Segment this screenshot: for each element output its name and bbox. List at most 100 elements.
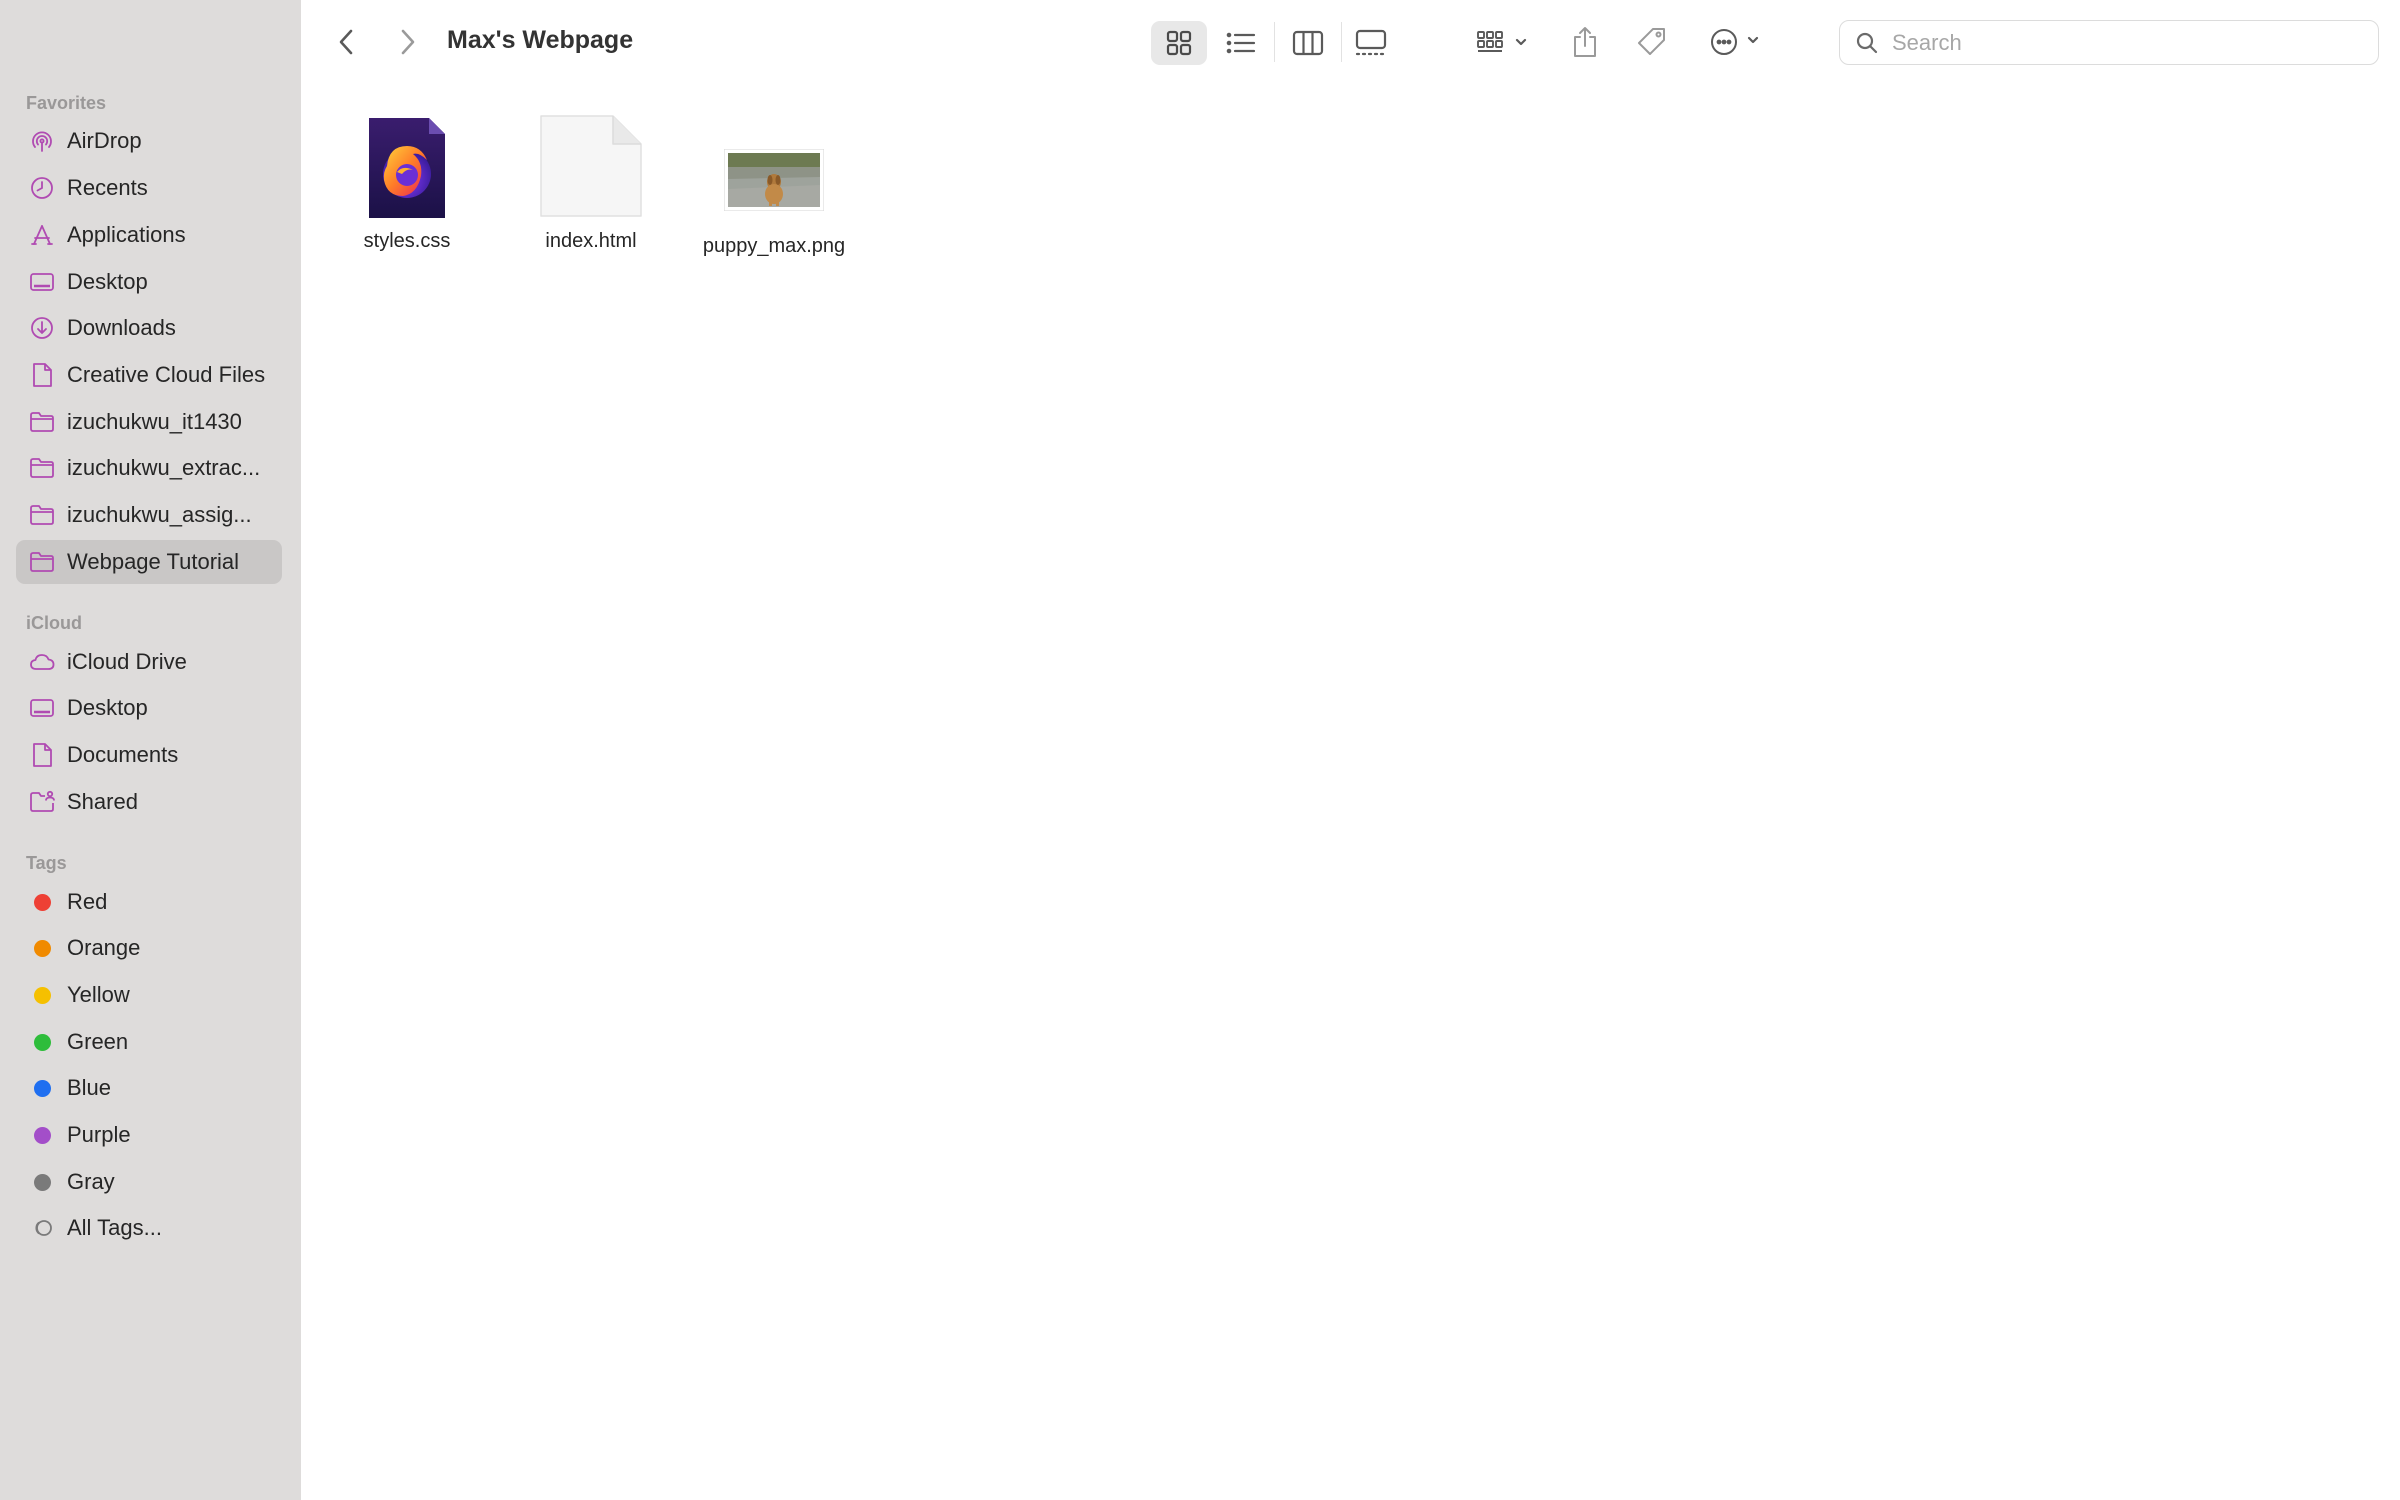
sidebar-item-izuchukwu-assig[interactable]: izuchukwu_assig... xyxy=(16,493,282,537)
sidebar-item-creative-cloud-files[interactable]: Creative Cloud Files xyxy=(16,353,282,397)
tag-dot-container xyxy=(28,1168,56,1196)
list-view-icon xyxy=(1226,32,1256,54)
sidebar-item-label: Orange xyxy=(67,935,141,960)
document-icon xyxy=(28,741,56,769)
sidebar-item-label: AirDrop xyxy=(67,128,142,153)
sidebar-item-label: Desktop xyxy=(67,269,148,294)
airdrop-icon xyxy=(28,127,56,155)
shared-folder-icon xyxy=(28,788,56,816)
folder-icon xyxy=(28,501,56,529)
file-name: styles.css xyxy=(363,230,451,252)
tag-dot-container xyxy=(28,1028,56,1056)
sidebar-item-label: Blue xyxy=(67,1075,112,1100)
forward-button[interactable] xyxy=(390,22,424,62)
sidebar-item-label: Shared xyxy=(67,789,138,814)
sidebar-item-icloud-desktop[interactable]: Desktop xyxy=(16,686,282,730)
folder-icon xyxy=(28,454,56,482)
favorites-section-title: Favorites xyxy=(26,93,107,113)
firefox-document-icon xyxy=(367,108,447,218)
tags-section-title: Tags xyxy=(26,853,67,873)
sidebar-item-applications[interactable]: Applications xyxy=(16,213,282,257)
tag-icon xyxy=(1638,28,1665,55)
sidebar: Favorites AirDrop Recents Applications D… xyxy=(0,0,301,1500)
sidebar-tag-orange[interactable]: Orange xyxy=(16,926,282,970)
back-button[interactable] xyxy=(330,22,364,62)
sidebar-item-label: Red xyxy=(67,889,108,914)
sidebar-item-airdrop[interactable]: AirDrop xyxy=(16,119,282,163)
forward-icon xyxy=(401,29,415,55)
desktop-icon xyxy=(28,268,56,296)
sidebar-item-label: iCloud Drive xyxy=(67,649,187,674)
sidebar-item-label: Applications xyxy=(67,222,186,247)
red-tag-dot xyxy=(33,893,51,911)
sidebar-item-documents[interactable]: Documents xyxy=(16,733,282,777)
file-name: index.html xyxy=(545,230,637,252)
applications-icon xyxy=(28,221,56,249)
gallery-view-button[interactable] xyxy=(1343,21,1399,65)
sidebar-tag-green[interactable]: Green xyxy=(16,1020,282,1064)
gray-tag-dot xyxy=(33,1173,51,1191)
blue-tag-dot xyxy=(33,1079,51,1097)
sidebar-item-label: Purple xyxy=(67,1122,131,1147)
tag-button[interactable] xyxy=(1630,20,1674,64)
desktop-icon xyxy=(28,694,56,722)
tag-dot-container xyxy=(28,1121,56,1149)
gallery-view-icon xyxy=(1355,29,1387,56)
yellow-tag-dot xyxy=(33,986,51,1004)
sidebar-item-desktop[interactable]: Desktop xyxy=(16,260,282,304)
sidebar-tag-gray[interactable]: Gray xyxy=(16,1160,282,1204)
icloud-section-title: iCloud xyxy=(26,613,82,633)
sidebar-tag-blue[interactable]: Blue xyxy=(16,1066,282,1110)
sidebar-item-webpage-tutorial[interactable]: Webpage Tutorial xyxy=(16,540,282,584)
column-view-button[interactable] xyxy=(1280,21,1336,65)
download-icon xyxy=(28,314,56,342)
folder-icon xyxy=(28,408,56,436)
share-icon xyxy=(1574,27,1596,57)
icon-view-icon xyxy=(1166,30,1192,56)
sidebar-all-tags[interactable]: All Tags... xyxy=(16,1206,282,1250)
toolbar-separator xyxy=(1274,22,1275,62)
file-name: puppy_max.png xyxy=(702,235,846,257)
document-icon xyxy=(28,361,56,389)
sidebar-item-izuchukwu-extrac[interactable]: izuchukwu_extrac... xyxy=(16,446,282,490)
sidebar-item-izuchukwu-it1430[interactable]: izuchukwu_it1430 xyxy=(16,400,282,444)
sidebar-item-label: All Tags... xyxy=(67,1215,162,1240)
blank-document-icon xyxy=(539,108,643,218)
green-tag-dot xyxy=(33,1033,51,1051)
sidebar-item-recents[interactable]: Recents xyxy=(16,166,282,210)
sidebar-item-label: Yellow xyxy=(67,982,130,1007)
cloud-icon xyxy=(28,648,56,676)
sidebar-item-label: Documents xyxy=(67,742,179,767)
more-icon xyxy=(1711,29,1759,55)
sidebar-item-label: izuchukwu_it1430 xyxy=(67,409,242,434)
tag-dot-container xyxy=(28,888,56,916)
search-input[interactable] xyxy=(1890,28,2354,57)
icon-view-button[interactable] xyxy=(1151,21,1207,65)
search-icon xyxy=(1856,32,1878,53)
column-view-icon xyxy=(1292,30,1324,56)
group-button[interactable] xyxy=(1470,21,1540,65)
image-thumbnail-icon xyxy=(724,108,824,223)
clock-icon xyxy=(28,174,56,202)
sidebar-tag-red[interactable]: Red xyxy=(16,880,282,924)
list-view-button[interactable] xyxy=(1213,21,1269,65)
purple-tag-dot xyxy=(33,1126,51,1144)
sidebar-item-label: Downloads xyxy=(67,315,176,340)
file-item-styles-css[interactable]: styles.css xyxy=(315,108,499,258)
share-button[interactable] xyxy=(1565,18,1605,66)
search-field[interactable] xyxy=(1839,20,2379,65)
sidebar-item-downloads[interactable]: Downloads xyxy=(16,306,282,350)
tag-dot-container xyxy=(28,1074,56,1102)
sidebar-tag-yellow[interactable]: Yellow xyxy=(16,973,282,1017)
more-actions-button[interactable] xyxy=(1700,20,1770,64)
group-icon xyxy=(1477,31,1527,52)
file-item-puppy-max-png[interactable]: puppy_max.png xyxy=(682,108,866,258)
sidebar-tag-purple[interactable]: Purple xyxy=(16,1113,282,1157)
window-title: Max's Webpage xyxy=(447,26,634,54)
file-item-index-html[interactable]: index.html xyxy=(499,108,683,258)
orange-tag-dot xyxy=(33,939,51,957)
sidebar-item-label: Webpage Tutorial xyxy=(67,549,240,574)
all-tags-icon xyxy=(28,1214,56,1242)
sidebar-item-icloud-drive[interactable]: iCloud Drive xyxy=(16,640,282,684)
sidebar-item-shared[interactable]: Shared xyxy=(16,780,282,824)
